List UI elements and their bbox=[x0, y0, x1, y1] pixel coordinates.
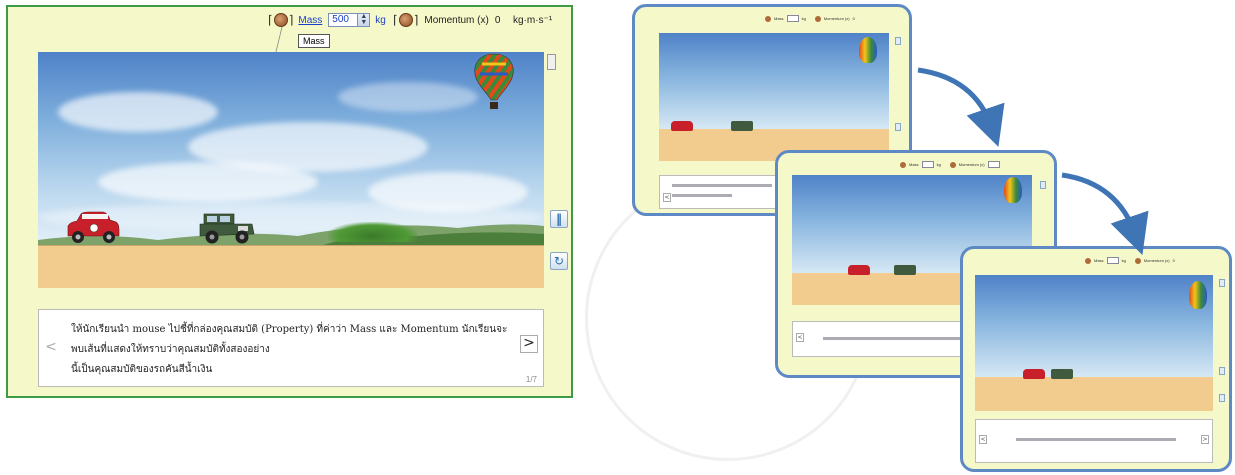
next-button[interactable]: > bbox=[520, 335, 538, 353]
arrow-step-2-to-3 bbox=[1061, 172, 1149, 255]
red-car bbox=[67, 211, 120, 243]
chevron-left-icon: < bbox=[45, 339, 57, 355]
bracket-left: ⌈ bbox=[393, 13, 398, 27]
refresh-icon: ↻ bbox=[553, 254, 565, 268]
reset-button[interactable]: ↻ bbox=[550, 252, 568, 270]
page-indicator: 1/7 bbox=[525, 375, 537, 384]
hot-air-balloon bbox=[474, 53, 514, 109]
bracket-left: ⌈ bbox=[268, 13, 273, 27]
prev-button[interactable]: < bbox=[42, 340, 60, 358]
scroll-handle[interactable] bbox=[547, 54, 556, 70]
mini-instruction-panel bbox=[659, 175, 779, 209]
acorn-icon[interactable] bbox=[398, 13, 413, 27]
pause-icon: ‖ bbox=[556, 212, 562, 226]
mass-unit: kg bbox=[375, 14, 386, 26]
momentum-property: ⌈ ⌉ Momentum (x) 0 bbox=[392, 13, 500, 27]
simulation-window: ⌈ ⌉ Mass 500 ▲ ▼ kg ⌈ ⌉ Momentum (x) 0 kg… bbox=[6, 5, 573, 398]
bracket-right: ⌉ bbox=[413, 13, 419, 27]
mini-scene bbox=[659, 33, 889, 161]
instruction-panel: < ให้นักเรียนนำ mouse ไปชี้ที่กล่องคุณสม… bbox=[38, 309, 544, 387]
green-jeep bbox=[199, 213, 255, 244]
mini-property-bar: Mass kg Momentum (x) bbox=[900, 161, 1000, 168]
arrow-step-1-to-2 bbox=[917, 67, 1005, 147]
mass-link[interactable]: Mass bbox=[298, 15, 322, 26]
mass-property: ⌈ ⌉ Mass 500 ▲ ▼ kg bbox=[267, 13, 386, 27]
mini-property-bar: Mass kg Momentum (x) 0 bbox=[1085, 257, 1175, 264]
acorn-icon[interactable] bbox=[273, 13, 288, 27]
chevron-right-icon: > bbox=[523, 335, 535, 351]
mass-spinner[interactable]: ▲ ▼ bbox=[358, 13, 371, 27]
mass-tooltip: Mass bbox=[298, 34, 330, 48]
mini-scene bbox=[975, 275, 1213, 411]
simulation-scene bbox=[38, 52, 544, 288]
thumbnail-step-3: Mass kg Momentum (x) 0 < > bbox=[960, 246, 1232, 472]
bracket-right: ⌉ bbox=[288, 13, 294, 27]
mini-instruction-panel bbox=[975, 419, 1213, 463]
mini-property-bar: Mass kg Momentum (x) 0 bbox=[765, 15, 855, 22]
ground bbox=[38, 245, 544, 288]
tree-cluster bbox=[328, 222, 418, 242]
mass-input[interactable]: 500 bbox=[328, 13, 359, 27]
pause-button[interactable]: ‖ bbox=[550, 210, 568, 228]
instruction-line-2: นี้เป็นคุณสมบัติของรถคันสีน้ำเงิน bbox=[71, 364, 213, 375]
mini-instruction-panel bbox=[792, 321, 972, 357]
momentum-label: Momentum (x) bbox=[424, 14, 489, 26]
instruction-line-1: ให้นักเรียนนำ mouse ไปชี้ที่กล่องคุณสมบั… bbox=[71, 324, 508, 355]
momentum-value: 0 bbox=[494, 14, 501, 26]
instruction-text: ให้นักเรียนนำ mouse ไปชี้ที่กล่องคุณสมบั… bbox=[71, 320, 511, 380]
momentum-unit: kg·m·s⁻¹ bbox=[513, 15, 553, 26]
